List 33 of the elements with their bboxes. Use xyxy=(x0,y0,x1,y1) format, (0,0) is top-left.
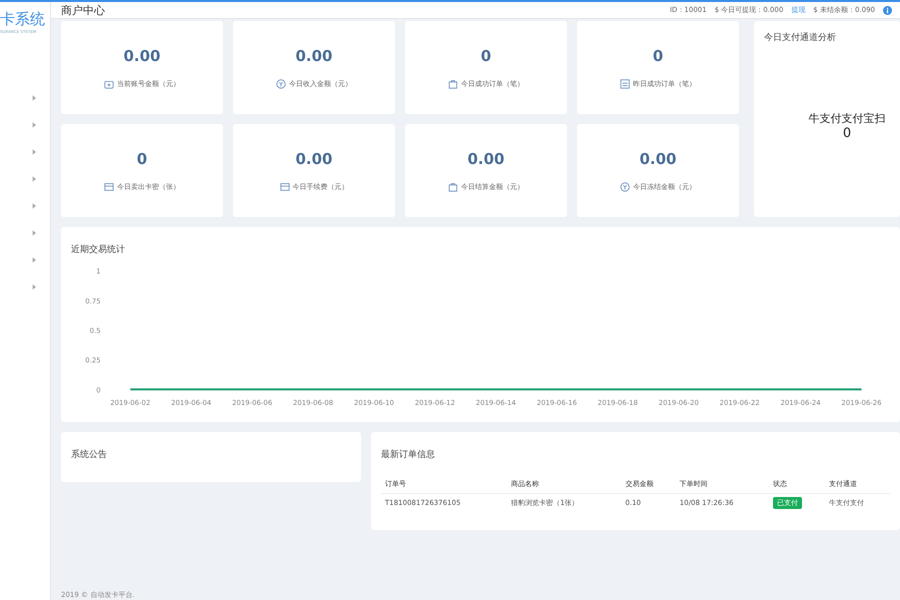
caret-icon xyxy=(32,122,36,128)
chart-title: 近期交易统计 xyxy=(71,245,125,255)
stat-value: 0.00 xyxy=(295,46,332,64)
caret-icon xyxy=(32,149,36,155)
stat-icon xyxy=(448,182,458,192)
page-title: 商户中心 xyxy=(61,2,105,18)
panel-title: 最新订单信息 xyxy=(381,450,435,460)
channel-value: 0 xyxy=(842,126,852,140)
channel-name: 牛支付支付宝扫 xyxy=(808,110,886,126)
stat-icon xyxy=(280,182,290,192)
caret-icon xyxy=(32,257,36,263)
stat-icon xyxy=(620,182,630,192)
stat-icon xyxy=(620,78,630,88)
caret-icon xyxy=(32,95,36,101)
caret-icon xyxy=(32,230,36,236)
stat-value: 0.00 xyxy=(467,150,504,168)
logo-title: 卡系统 xyxy=(0,10,46,29)
stat-value: 0 xyxy=(652,46,664,64)
stat-value: 0 xyxy=(136,150,148,168)
caret-icon xyxy=(32,284,36,290)
stat-value: 0.00 xyxy=(123,46,160,64)
caret-icon xyxy=(32,203,36,209)
info-icon[interactable] xyxy=(883,6,892,14)
panel-title: 今日支付通道分析 xyxy=(764,32,837,44)
stat-value: 0.00 xyxy=(639,150,676,168)
stat-icon xyxy=(276,78,286,88)
stat-icon xyxy=(448,78,458,88)
stat-icon xyxy=(104,78,114,88)
caret-icon xyxy=(32,176,36,182)
stat-icon xyxy=(104,182,114,192)
panel-title: 系统公告 xyxy=(71,450,107,460)
stat-value: 0.00 xyxy=(295,150,332,168)
stat-value: 0 xyxy=(480,46,492,64)
